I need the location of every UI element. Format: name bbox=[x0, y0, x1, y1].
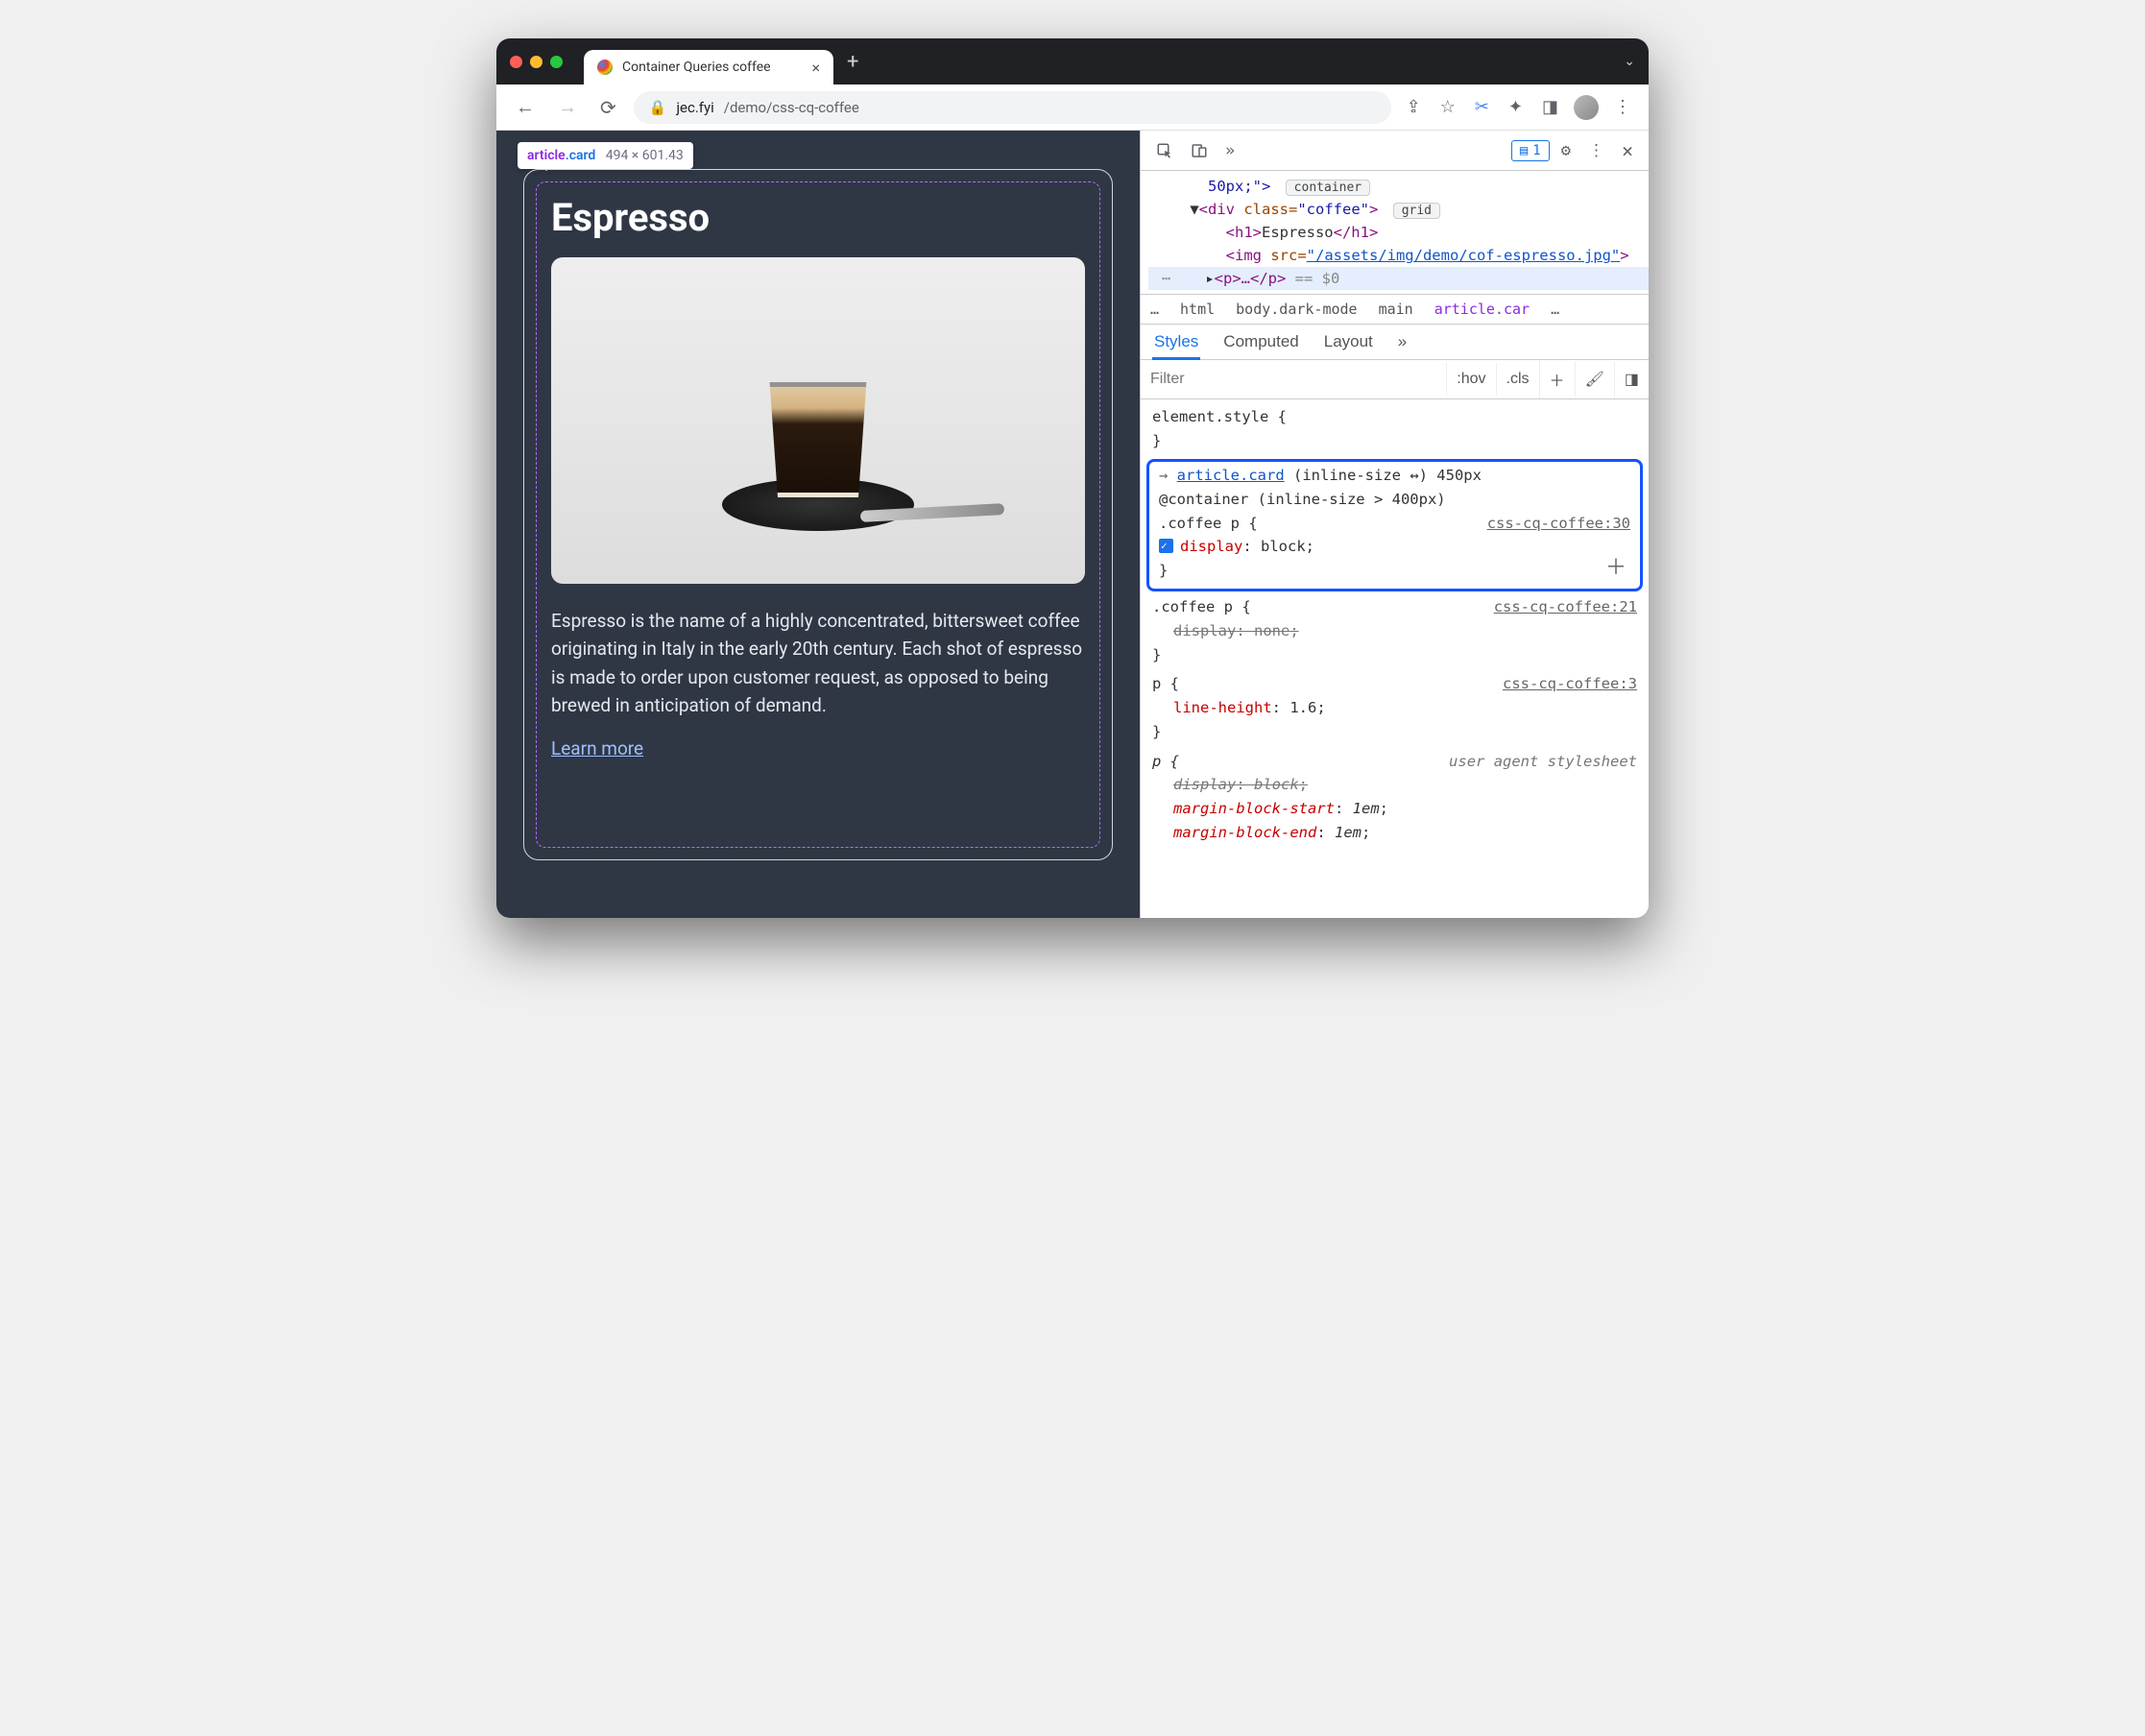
card-paragraph: Espresso is the name of a highly concent… bbox=[551, 607, 1085, 720]
window-controls bbox=[510, 56, 563, 68]
sidepanel-icon[interactable]: ◨ bbox=[1538, 93, 1562, 121]
url-domain: jec.fyi bbox=[676, 99, 713, 116]
dom-line[interactable]: ▼<div class="coffee"> grid bbox=[1148, 198, 1649, 221]
styles-filter-input[interactable] bbox=[1141, 363, 1446, 396]
learn-more-link[interactable]: Learn more bbox=[551, 737, 643, 760]
styles-body[interactable]: element.style {} → article.card (inline-… bbox=[1141, 399, 1649, 918]
reload-button[interactable]: ⟳ bbox=[594, 92, 622, 123]
address-bar[interactable]: 🔒 jec.fyi/demo/css-cq-coffee bbox=[634, 91, 1391, 124]
computed-toggle-icon[interactable]: 🖌 bbox=[1575, 362, 1614, 397]
rule-coffee-p[interactable]: css-cq-coffee:21 .coffee p { display: no… bbox=[1143, 593, 1647, 670]
tab-strip: Container Queries coffee × + ⌄ bbox=[496, 38, 1649, 84]
css-property[interactable]: line-height: 1.6; bbox=[1152, 696, 1637, 720]
maximize-window-button[interactable] bbox=[550, 56, 563, 68]
forward-button[interactable]: → bbox=[552, 91, 583, 123]
css-property: margin-block-end: 1em; bbox=[1152, 821, 1637, 845]
dom-line[interactable]: <img src="/assets/img/demo/cof-espresso.… bbox=[1148, 244, 1649, 267]
new-tab-button[interactable]: + bbox=[847, 50, 858, 74]
profile-avatar[interactable] bbox=[1574, 95, 1599, 120]
toolbar-actions: ⇪ ☆ ✂︎ ✦ ◨ ⋮ bbox=[1403, 93, 1635, 121]
crumb-body[interactable]: body.dark-mode bbox=[1236, 301, 1357, 318]
chrome-menu-button[interactable]: ⋮ bbox=[1610, 93, 1635, 121]
close-window-button[interactable] bbox=[510, 56, 522, 68]
bookmark-icon[interactable]: ☆ bbox=[1436, 93, 1459, 121]
container-badge[interactable]: container bbox=[1286, 180, 1370, 196]
rule-source-link[interactable]: css-cq-coffee:3 bbox=[1503, 672, 1637, 696]
rule-user-agent[interactable]: user agent stylesheet p { display: block… bbox=[1143, 748, 1647, 849]
grid-badge[interactable]: grid bbox=[1393, 203, 1440, 219]
breadcrumb: … html body.dark-mode main article.car … bbox=[1141, 294, 1649, 325]
share-icon[interactable]: ⇪ bbox=[1403, 93, 1425, 121]
device-toolbar-button[interactable] bbox=[1185, 138, 1214, 163]
browser-window: Container Queries coffee × + ⌄ ← → ⟳ 🔒 j… bbox=[496, 38, 1649, 918]
dom-line-selected[interactable]: ⋯ ▸<p>…</p> == $0 bbox=[1148, 267, 1649, 290]
css-property: margin-block-start: 1em; bbox=[1152, 797, 1637, 821]
minimize-window-button[interactable] bbox=[530, 56, 542, 68]
crumb-more[interactable]: … bbox=[1150, 301, 1159, 318]
tabs-dropdown-button[interactable]: ⌄ bbox=[1624, 54, 1635, 69]
hov-button[interactable]: :hov bbox=[1446, 363, 1495, 396]
crumb-html[interactable]: html bbox=[1180, 301, 1215, 318]
dom-line[interactable]: 50px;"> container bbox=[1148, 175, 1649, 198]
rule-element-style[interactable]: element.style {} bbox=[1143, 403, 1647, 457]
toolbar: ← → ⟳ 🔒 jec.fyi/demo/css-cq-coffee ⇪ ☆ ✂… bbox=[496, 84, 1649, 131]
lock-icon: 🔒 bbox=[649, 99, 667, 116]
card-image bbox=[551, 257, 1085, 584]
back-button[interactable]: ← bbox=[510, 91, 541, 123]
more-tabs-button[interactable]: » bbox=[1398, 332, 1407, 351]
crumb-main[interactable]: main bbox=[1379, 301, 1413, 318]
inspect-element-button[interactable] bbox=[1150, 138, 1179, 163]
settings-icon[interactable]: ⚙ bbox=[1555, 137, 1577, 164]
content-split: article.card 494 × 601.43 Espresso Espre… bbox=[496, 131, 1649, 918]
more-tabs-button[interactable]: » bbox=[1219, 137, 1241, 164]
expand-ellipsis-icon[interactable]: ⋯ bbox=[1154, 267, 1178, 290]
browser-tab[interactable]: Container Queries coffee × bbox=[584, 50, 833, 84]
favicon-icon bbox=[597, 60, 613, 75]
inspect-tooltip: article.card 494 × 601.43 bbox=[518, 142, 693, 169]
crumb-more-right[interactable]: … bbox=[1551, 301, 1559, 318]
devtools-panel: » ▤ 1 ⚙ ⋮ × 50px;"> container ▼<div clas… bbox=[1140, 131, 1649, 918]
cup-graphic bbox=[760, 382, 876, 497]
devtools-close-button[interactable]: × bbox=[1616, 135, 1639, 166]
page-viewport: article.card 494 × 601.43 Espresso Espre… bbox=[496, 131, 1140, 918]
new-rule-button[interactable]: ＋ bbox=[1539, 360, 1575, 398]
rule-source-link[interactable]: css-cq-coffee:30 bbox=[1487, 512, 1630, 536]
img-src-link[interactable]: "/assets/img/demo/cof-espresso.jpg" bbox=[1307, 247, 1621, 264]
container-selector-link[interactable]: article.card bbox=[1177, 467, 1285, 484]
rule-container-query[interactable]: → article.card (inline-size ↔) 450px @co… bbox=[1146, 459, 1643, 591]
extensions-icon[interactable]: ✦ bbox=[1505, 93, 1527, 121]
styles-filter-bar: :hov .cls ＋ 🖌 ◨ bbox=[1141, 360, 1649, 399]
crumb-article[interactable]: article.car bbox=[1434, 301, 1530, 318]
css-property[interactable]: display: block; bbox=[1159, 535, 1630, 559]
devtools-toolbar: » ▤ 1 ⚙ ⋮ × bbox=[1141, 131, 1649, 171]
tab-computed[interactable]: Computed bbox=[1223, 332, 1298, 351]
article-card: Espresso Espresso is the name of a highl… bbox=[523, 169, 1113, 860]
rule-p-lineheight[interactable]: css-cq-coffee:3 p { line-height: 1.6; } bbox=[1143, 670, 1647, 747]
styles-tab-strip: Styles Computed Layout » bbox=[1141, 325, 1649, 360]
issues-badge[interactable]: ▤ 1 bbox=[1511, 140, 1550, 161]
issues-count: 1 bbox=[1532, 143, 1540, 158]
css-property: display: block; bbox=[1152, 773, 1637, 797]
dom-line[interactable]: <h1>Espresso</h1> bbox=[1148, 221, 1649, 244]
url-path: /demo/css-cq-coffee bbox=[724, 99, 859, 116]
close-tab-button[interactable]: × bbox=[811, 59, 820, 77]
scissors-icon[interactable]: ✂︎ bbox=[1471, 93, 1493, 121]
css-property[interactable]: display: none; bbox=[1152, 619, 1637, 643]
tooltip-element: article bbox=[527, 148, 566, 163]
tab-title: Container Queries coffee bbox=[622, 60, 771, 75]
tab-layout[interactable]: Layout bbox=[1324, 332, 1373, 351]
rule-source-ua: user agent stylesheet bbox=[1449, 750, 1637, 774]
tab-styles[interactable]: Styles bbox=[1154, 332, 1198, 351]
tooltip-class: .card bbox=[566, 148, 596, 163]
add-property-button[interactable]: ＋ bbox=[1605, 551, 1627, 585]
sidebar-toggle-icon[interactable]: ◨ bbox=[1614, 362, 1649, 397]
elements-tree[interactable]: 50px;"> container ▼<div class="coffee"> … bbox=[1141, 171, 1649, 294]
property-checkbox[interactable] bbox=[1159, 539, 1173, 553]
devtools-menu-button[interactable]: ⋮ bbox=[1582, 137, 1610, 164]
card-heading: Espresso bbox=[551, 195, 1085, 240]
cls-button[interactable]: .cls bbox=[1496, 363, 1539, 396]
issues-icon: ▤ bbox=[1520, 143, 1528, 158]
rule-source-link[interactable]: css-cq-coffee:21 bbox=[1494, 595, 1637, 619]
tooltip-dimensions: 494 × 601.43 bbox=[606, 148, 684, 163]
